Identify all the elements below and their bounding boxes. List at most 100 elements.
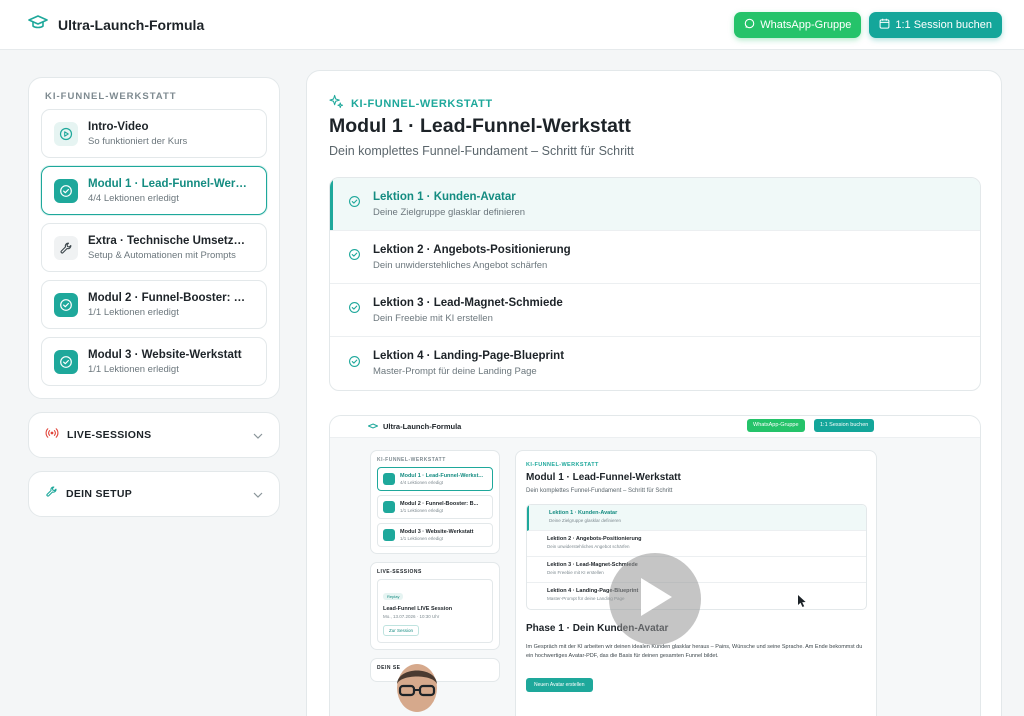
video-lesson-title: Lektion 3 · Lead-Magnet-Schmiede — [547, 562, 638, 568]
check-circle-icon — [348, 248, 361, 266]
video-lesson-title: Lektion 2 · Angebots-Positionierung — [547, 536, 642, 542]
lesson-item-3[interactable]: Lektion 3 · Lead-Magnet-Schmiede Dein Fre… — [330, 284, 980, 337]
sidebar-item-extra-technik[interactable]: Extra · Technische Umsetzung Setup & Aut… — [41, 223, 267, 272]
sidebar: KI-FUNNEL-WERKSTATT Intro-Video So funkt… — [28, 77, 280, 517]
sidebar-item-intro-video[interactable]: Intro-Video So funktioniert der Kurs — [41, 109, 267, 158]
check-circle-icon — [54, 178, 78, 203]
session-label: 1:1 Session buchen — [895, 18, 992, 31]
sidebar-item-title: Modul 1 · Lead-Funnel-Werkstatt — [88, 177, 252, 190]
video-live-button: Zur Session — [383, 625, 420, 636]
live-sessions-title: LIVE-SESSIONS — [67, 429, 152, 441]
video-item-title: Modul 3 · Website-Werkstatt — [400, 529, 474, 535]
broadcast-icon — [45, 426, 59, 444]
sidebar-item-modul-1[interactable]: Modul 1 · Lead-Funnel-Werkstatt 4/4 Lekt… — [41, 166, 267, 215]
lesson-list: Lektion 1 · Kunden-Avatar Deine Zielgrupp… — [329, 177, 981, 391]
setup-accordion[interactable]: DEIN SETUP — [28, 471, 280, 517]
check-circle-icon — [348, 355, 361, 373]
sidebar-item-title: Modul 3 · Website-Werkstatt — [88, 348, 242, 361]
sidebar-item-title: Intro-Video — [88, 120, 149, 133]
video-live-panel: LIVE-SESSIONS Replay Lead-Funnel LIVE Se… — [370, 562, 500, 650]
lesson-title: Lektion 2 · Angebots-Positionierung — [373, 243, 571, 256]
lesson-title: Lektion 4 · Landing-Page-Blueprint — [373, 350, 565, 362]
wrench-icon — [45, 485, 58, 503]
video-lesson-sub: Deine Zielgruppe glasklar definieren — [549, 518, 622, 523]
whatsapp-group-button[interactable]: WhatsApp-Gruppe — [734, 11, 862, 38]
video-new-avatar-button: Neuen Avatar erstellen — [526, 678, 593, 692]
whatsapp-icon — [744, 18, 755, 32]
page-title: Modul 1 · Lead-Funnel-Werkstatt — [329, 115, 631, 137]
video-live-label: LIVE-SESSIONS — [377, 569, 422, 575]
lesson-subtitle: Dein unwiderstehliches Angebot schärfen — [373, 259, 548, 271]
check-circle-icon — [348, 195, 361, 213]
lesson-subtitle: Master-Prompt für deine Landing Page — [373, 366, 537, 377]
video-sidebar: KI-FUNNEL-WERKSTATT Modul 1 · Lead-Funne… — [370, 450, 500, 690]
video-brand: Ultra-Launch-Formula — [368, 422, 461, 431]
sidebar-item-modul-3[interactable]: Modul 3 · Website-Werkstatt 1/1 Lektione… — [41, 337, 267, 386]
video-lesson-title: Lektion 4 · Landing-Page-Blueprint — [547, 588, 639, 594]
lesson-subtitle: Dein Freebie mit KI erstellen — [373, 312, 493, 324]
video-player[interactable]: Ultra-Launch-Formula WhatsApp-Gruppe 1:1… — [329, 415, 981, 716]
mouse-cursor-icon — [798, 595, 806, 607]
video-lesson: Lektion 1 · Kunden-Avatar Deine Zielgrupp… — [527, 505, 866, 531]
page-subtitle: Dein komplettes Funnel-Fundament – Schri… — [329, 144, 634, 158]
sidebar-item-title: Extra · Technische Umsetzung — [88, 234, 252, 247]
lesson-item-4[interactable]: Lektion 4 · Landing-Page-Blueprint Master… — [330, 337, 980, 390]
lesson-item-2[interactable]: Lektion 2 · Angebots-Positionierung Dein … — [330, 231, 980, 284]
video-live-title: Lead-Funnel LIVE Session — [383, 606, 453, 612]
video-lesson-title: Lektion 1 · Kunden-Avatar — [549, 510, 618, 516]
video-lesson: Lektion 2 · Angebots-Positionierung Dein … — [527, 531, 866, 557]
sidebar-item-subtitle: Setup & Automationen mit Prompts — [88, 249, 236, 261]
sidebar-item-modul-2[interactable]: Modul 2 · Funnel-Booster: Bonus 1/1 Lekt… — [41, 280, 267, 329]
brand-title: Ultra-Launch-Formula — [58, 16, 205, 33]
whatsapp-label: WhatsApp-Gruppe — [760, 18, 852, 31]
play-button[interactable] — [609, 553, 701, 645]
video-brand-text: Ultra-Launch-Formula — [383, 422, 462, 431]
lesson-item-1[interactable]: Lektion 1 · Kunden-Avatar Deine Zielgrupp… — [330, 178, 980, 231]
check-circle-icon — [54, 349, 78, 374]
video-sidebar-item: Modul 2 · Funnel-Booster: B... 1/1 Lektio… — [377, 495, 493, 519]
course-title: KI-FUNNEL-WERKSTATT — [45, 91, 177, 102]
video-title: Modul 1 · Lead-Funnel-Werkstatt — [526, 472, 681, 483]
sidebar-item-subtitle: 4/4 Lektionen erledigt — [88, 192, 179, 204]
top-bar: Ultra-Launch-Formula WhatsApp-Gruppe 1:1… — [0, 0, 1024, 50]
video-eyebrow: KI-FUNNEL-WERKSTATT — [526, 462, 599, 468]
setup-title: DEIN SETUP — [66, 488, 133, 500]
video-session-button: 1:1 Session buchen — [814, 419, 875, 432]
video-live-date: Mo., 13.07.2026 · 10:30 Uhr — [383, 614, 440, 619]
sparkles-icon — [329, 94, 344, 114]
brand[interactable]: Ultra-Launch-Formula — [28, 14, 204, 35]
video-item-sub: 1/1 Lektionen erledigt — [400, 508, 444, 513]
video-item-sub: 1/1 Lektionen erledigt — [400, 536, 444, 541]
eyebrow-text: KI-FUNNEL-WERKSTATT — [351, 98, 493, 110]
webcam-presenter-image — [397, 664, 437, 712]
video-live-card: Replay Lead-Funnel LIVE Session Mo., 13.… — [377, 579, 493, 643]
video-sidebar-item: Modul 3 · Website-Werkstatt 1/1 Lektionen… — [377, 523, 493, 547]
sidebar-item-subtitle: 1/1 Lektionen erledigt — [88, 306, 179, 318]
video-whatsapp-button: WhatsApp-Gruppe — [747, 419, 805, 432]
video-item-sub: 4/4 Lektionen erledigt — [400, 480, 444, 485]
video-lesson-sub: Dein unwiderstehliches Angebot schärfen — [547, 544, 630, 549]
video-subtitle: Dein komplettes Funnel-Fundament – Schri… — [526, 488, 673, 494]
sidebar-item-title: Modul 2 · Funnel-Booster: Bonus — [88, 291, 252, 304]
play-circle-icon — [54, 121, 78, 146]
check-circle-icon — [348, 301, 361, 319]
eyebrow: KI-FUNNEL-WERKSTATT — [329, 94, 493, 114]
book-session-button[interactable]: 1:1 Session buchen — [869, 11, 1002, 38]
lesson-subtitle: Deine Zielgruppe glasklar definieren — [373, 206, 526, 218]
sidebar-item-subtitle: So funktioniert der Kurs — [88, 135, 188, 147]
video-item-title: Modul 2 · Funnel-Booster: B... — [400, 501, 479, 507]
video-topbar: Ultra-Launch-Formula WhatsApp-Gruppe 1:1… — [330, 416, 980, 438]
course-panel: KI-FUNNEL-WERKSTATT Intro-Video So funkt… — [28, 77, 280, 399]
graduation-cap-icon — [28, 14, 48, 35]
video-sidebar-item: Modul 1 · Lead-Funnel-Werkst... 4/4 Lekti… — [377, 467, 493, 491]
video-course-panel: KI-FUNNEL-WERKSTATT Modul 1 · Lead-Funne… — [370, 450, 500, 554]
video-paragraph: Im Gespräch mit der KI arbeiten wir dein… — [526, 644, 863, 659]
live-sessions-accordion[interactable]: LIVE-SESSIONS — [28, 412, 280, 458]
video-lesson-sub: Master-Prompt für deine Landing Page — [547, 596, 625, 601]
chevron-down-icon — [253, 426, 263, 444]
video-item-title: Modul 1 · Lead-Funnel-Werkst... — [400, 473, 484, 479]
video-live-badge: Replay — [383, 593, 404, 600]
module-content: KI-FUNNEL-WERKSTATT Modul 1 · Lead-Funne… — [306, 70, 1002, 716]
play-icon — [635, 575, 675, 624]
lesson-title: Lektion 1 · Kunden-Avatar — [373, 190, 516, 203]
